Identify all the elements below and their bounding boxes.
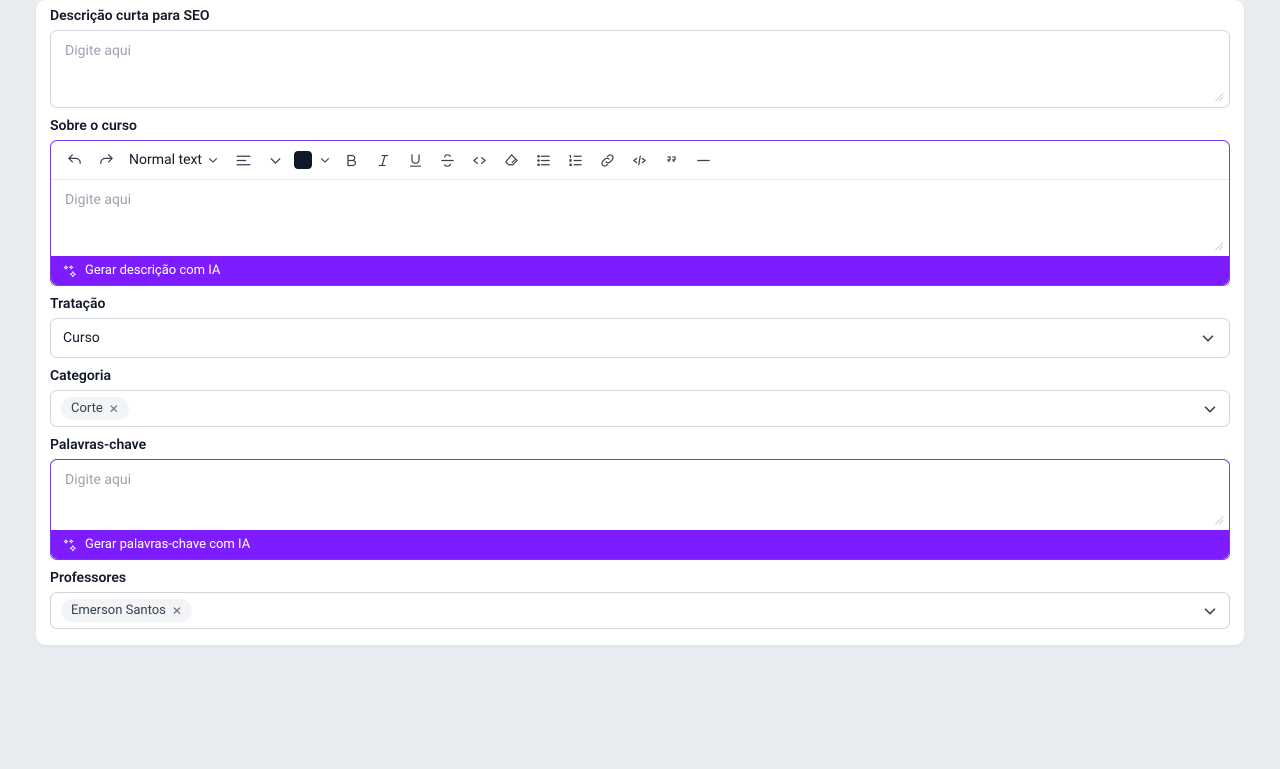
redo-icon[interactable] <box>93 147 119 173</box>
align-icon[interactable] <box>230 147 256 173</box>
bullet-list-icon[interactable] <box>530 147 556 173</box>
editor-toolbar: Normal text <box>51 141 1229 180</box>
chevron-down-icon <box>1201 400 1219 418</box>
professores-tags: Emerson Santos ✕ <box>61 599 192 622</box>
categoria-select[interactable]: Corte ✕ <box>50 390 1230 427</box>
categoria-label: Categoria <box>50 368 1230 384</box>
ai-banner-label: Gerar descrição com IA <box>85 263 220 278</box>
rich-editor: Normal text <box>50 140 1230 286</box>
quote-icon[interactable] <box>658 147 684 173</box>
keywords-box: Gerar palavras-chave com IA <box>50 459 1230 560</box>
seo-textarea[interactable] <box>51 31 1229 103</box>
about-label: Sobre o curso <box>50 118 1230 134</box>
tratacao-label: Tratação <box>50 296 1230 312</box>
code-icon[interactable] <box>466 147 492 173</box>
tratacao-value: Curso <box>63 330 100 346</box>
strikethrough-icon[interactable] <box>434 147 460 173</box>
tag-label: Corte <box>71 401 103 416</box>
align-chevron-icon[interactable] <box>262 147 288 173</box>
professor-tag: Emerson Santos ✕ <box>61 599 192 622</box>
bold-icon[interactable] <box>338 147 364 173</box>
link-icon[interactable] <box>594 147 620 173</box>
keywords-textarea[interactable] <box>51 460 1229 524</box>
color-swatch-icon <box>294 151 312 169</box>
heading-select-label: Normal text <box>129 152 202 168</box>
professores-select[interactable]: Emerson Santos ✕ <box>50 592 1230 629</box>
heading-select[interactable]: Normal text <box>125 150 224 170</box>
editor-body <box>51 180 1229 256</box>
underline-icon[interactable] <box>402 147 428 173</box>
color-picker[interactable] <box>294 151 332 169</box>
divider-icon[interactable] <box>690 147 716 173</box>
generate-keywords-ai-button[interactable]: Gerar palavras-chave com IA <box>51 530 1229 559</box>
ordered-list-icon[interactable] <box>562 147 588 173</box>
about-textarea[interactable] <box>51 180 1229 252</box>
italic-icon[interactable] <box>370 147 396 173</box>
chevron-down-icon <box>1199 329 1217 347</box>
tag-label: Emerson Santos <box>71 603 166 618</box>
generate-description-ai-button[interactable]: Gerar descrição com IA <box>51 256 1229 285</box>
seo-label: Descrição curta para SEO <box>50 8 1230 24</box>
seo-textarea-wrap <box>50 30 1230 108</box>
undo-icon[interactable] <box>61 147 87 173</box>
professores-label: Professores <box>50 570 1230 586</box>
codeblock-icon[interactable] <box>626 147 652 173</box>
chevron-down-icon <box>1201 602 1219 620</box>
clear-format-icon[interactable] <box>498 147 524 173</box>
tratacao-select[interactable]: Curso <box>50 318 1230 358</box>
ai-banner-label: Gerar palavras-chave com IA <box>85 537 250 552</box>
remove-tag-icon[interactable]: ✕ <box>109 403 119 415</box>
categoria-tags: Corte ✕ <box>61 397 129 420</box>
categoria-tag: Corte ✕ <box>61 397 129 420</box>
keywords-label: Palavras-chave <box>50 437 1230 453</box>
remove-tag-icon[interactable]: ✕ <box>172 605 182 617</box>
